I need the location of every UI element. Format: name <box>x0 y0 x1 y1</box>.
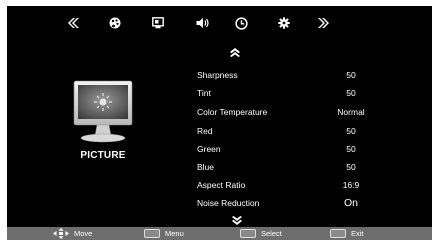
hint-move: Move <box>53 227 92 240</box>
top-tab-bar <box>7 6 432 40</box>
gear-icon[interactable] <box>274 14 294 32</box>
setting-row-tint[interactable]: Tint 50 <box>197 86 377 102</box>
setting-label: Green <box>197 144 221 154</box>
clock-icon[interactable] <box>231 14 251 32</box>
setting-row-blue[interactable]: Blue 50 <box>197 160 377 176</box>
hint-select-label: Select <box>261 229 282 238</box>
hint-menu: Menu <box>144 227 184 240</box>
scroll-up-icon[interactable] <box>229 44 241 57</box>
setting-row-green[interactable]: Green 50 <box>197 142 377 158</box>
double-chevron-left-icon[interactable] <box>63 14 83 32</box>
osd-screen: PICTURE Sharpness 50 Tint 50 Color Tempe… <box>7 6 432 240</box>
menu-key-icon <box>144 229 160 238</box>
setting-value: 50 <box>346 162 356 172</box>
setting-row-sharpness[interactable]: Sharpness 50 <box>197 68 377 84</box>
double-chevron-right-icon[interactable] <box>314 14 334 32</box>
setting-row-noise-reduction[interactable]: Noise Reduction On <box>197 196 377 212</box>
scroll-down-icon[interactable] <box>231 213 243 225</box>
hint-exit-label: Exit <box>351 229 364 238</box>
hint-select: Select <box>240 227 282 240</box>
setting-value: 50 <box>346 126 356 136</box>
enter-key-icon <box>240 229 256 238</box>
setting-value: Normal <box>337 107 365 117</box>
setting-row-color-temperature[interactable]: Color Temperature Normal <box>197 105 377 121</box>
monitor-icon[interactable] <box>148 14 168 32</box>
hint-exit: Exit <box>330 227 364 240</box>
setting-value: 50 <box>346 144 356 154</box>
setting-value: 50 <box>346 88 356 98</box>
setting-row-red[interactable]: Red 50 <box>197 124 377 140</box>
exit-key-icon <box>330 229 346 238</box>
setting-label: Noise Reduction <box>197 198 260 208</box>
setting-value: On <box>343 197 358 209</box>
setting-value: 16:9 <box>342 180 360 190</box>
setting-row-aspect-ratio[interactable]: Aspect Ratio 16:9 <box>197 178 377 194</box>
palette-icon[interactable] <box>105 14 125 32</box>
hint-menu-label: Menu <box>165 229 184 238</box>
setting-label: Color Temperature <box>197 107 268 117</box>
tv-monitor-icon <box>73 80 133 144</box>
setting-label: Red <box>197 126 213 136</box>
setting-value: 50 <box>346 70 356 80</box>
setting-label: Aspect Ratio <box>197 180 246 190</box>
hint-move-label: Move <box>74 229 93 238</box>
setting-label: Tint <box>197 88 211 98</box>
setting-label: Sharpness <box>197 70 238 80</box>
speaker-icon[interactable] <box>193 14 213 32</box>
footer-hint-bar: Move Menu Select Exit <box>7 227 432 240</box>
setting-label: Blue <box>197 162 215 172</box>
dpad-icon <box>53 228 69 239</box>
category-label: PICTURE <box>80 150 126 161</box>
